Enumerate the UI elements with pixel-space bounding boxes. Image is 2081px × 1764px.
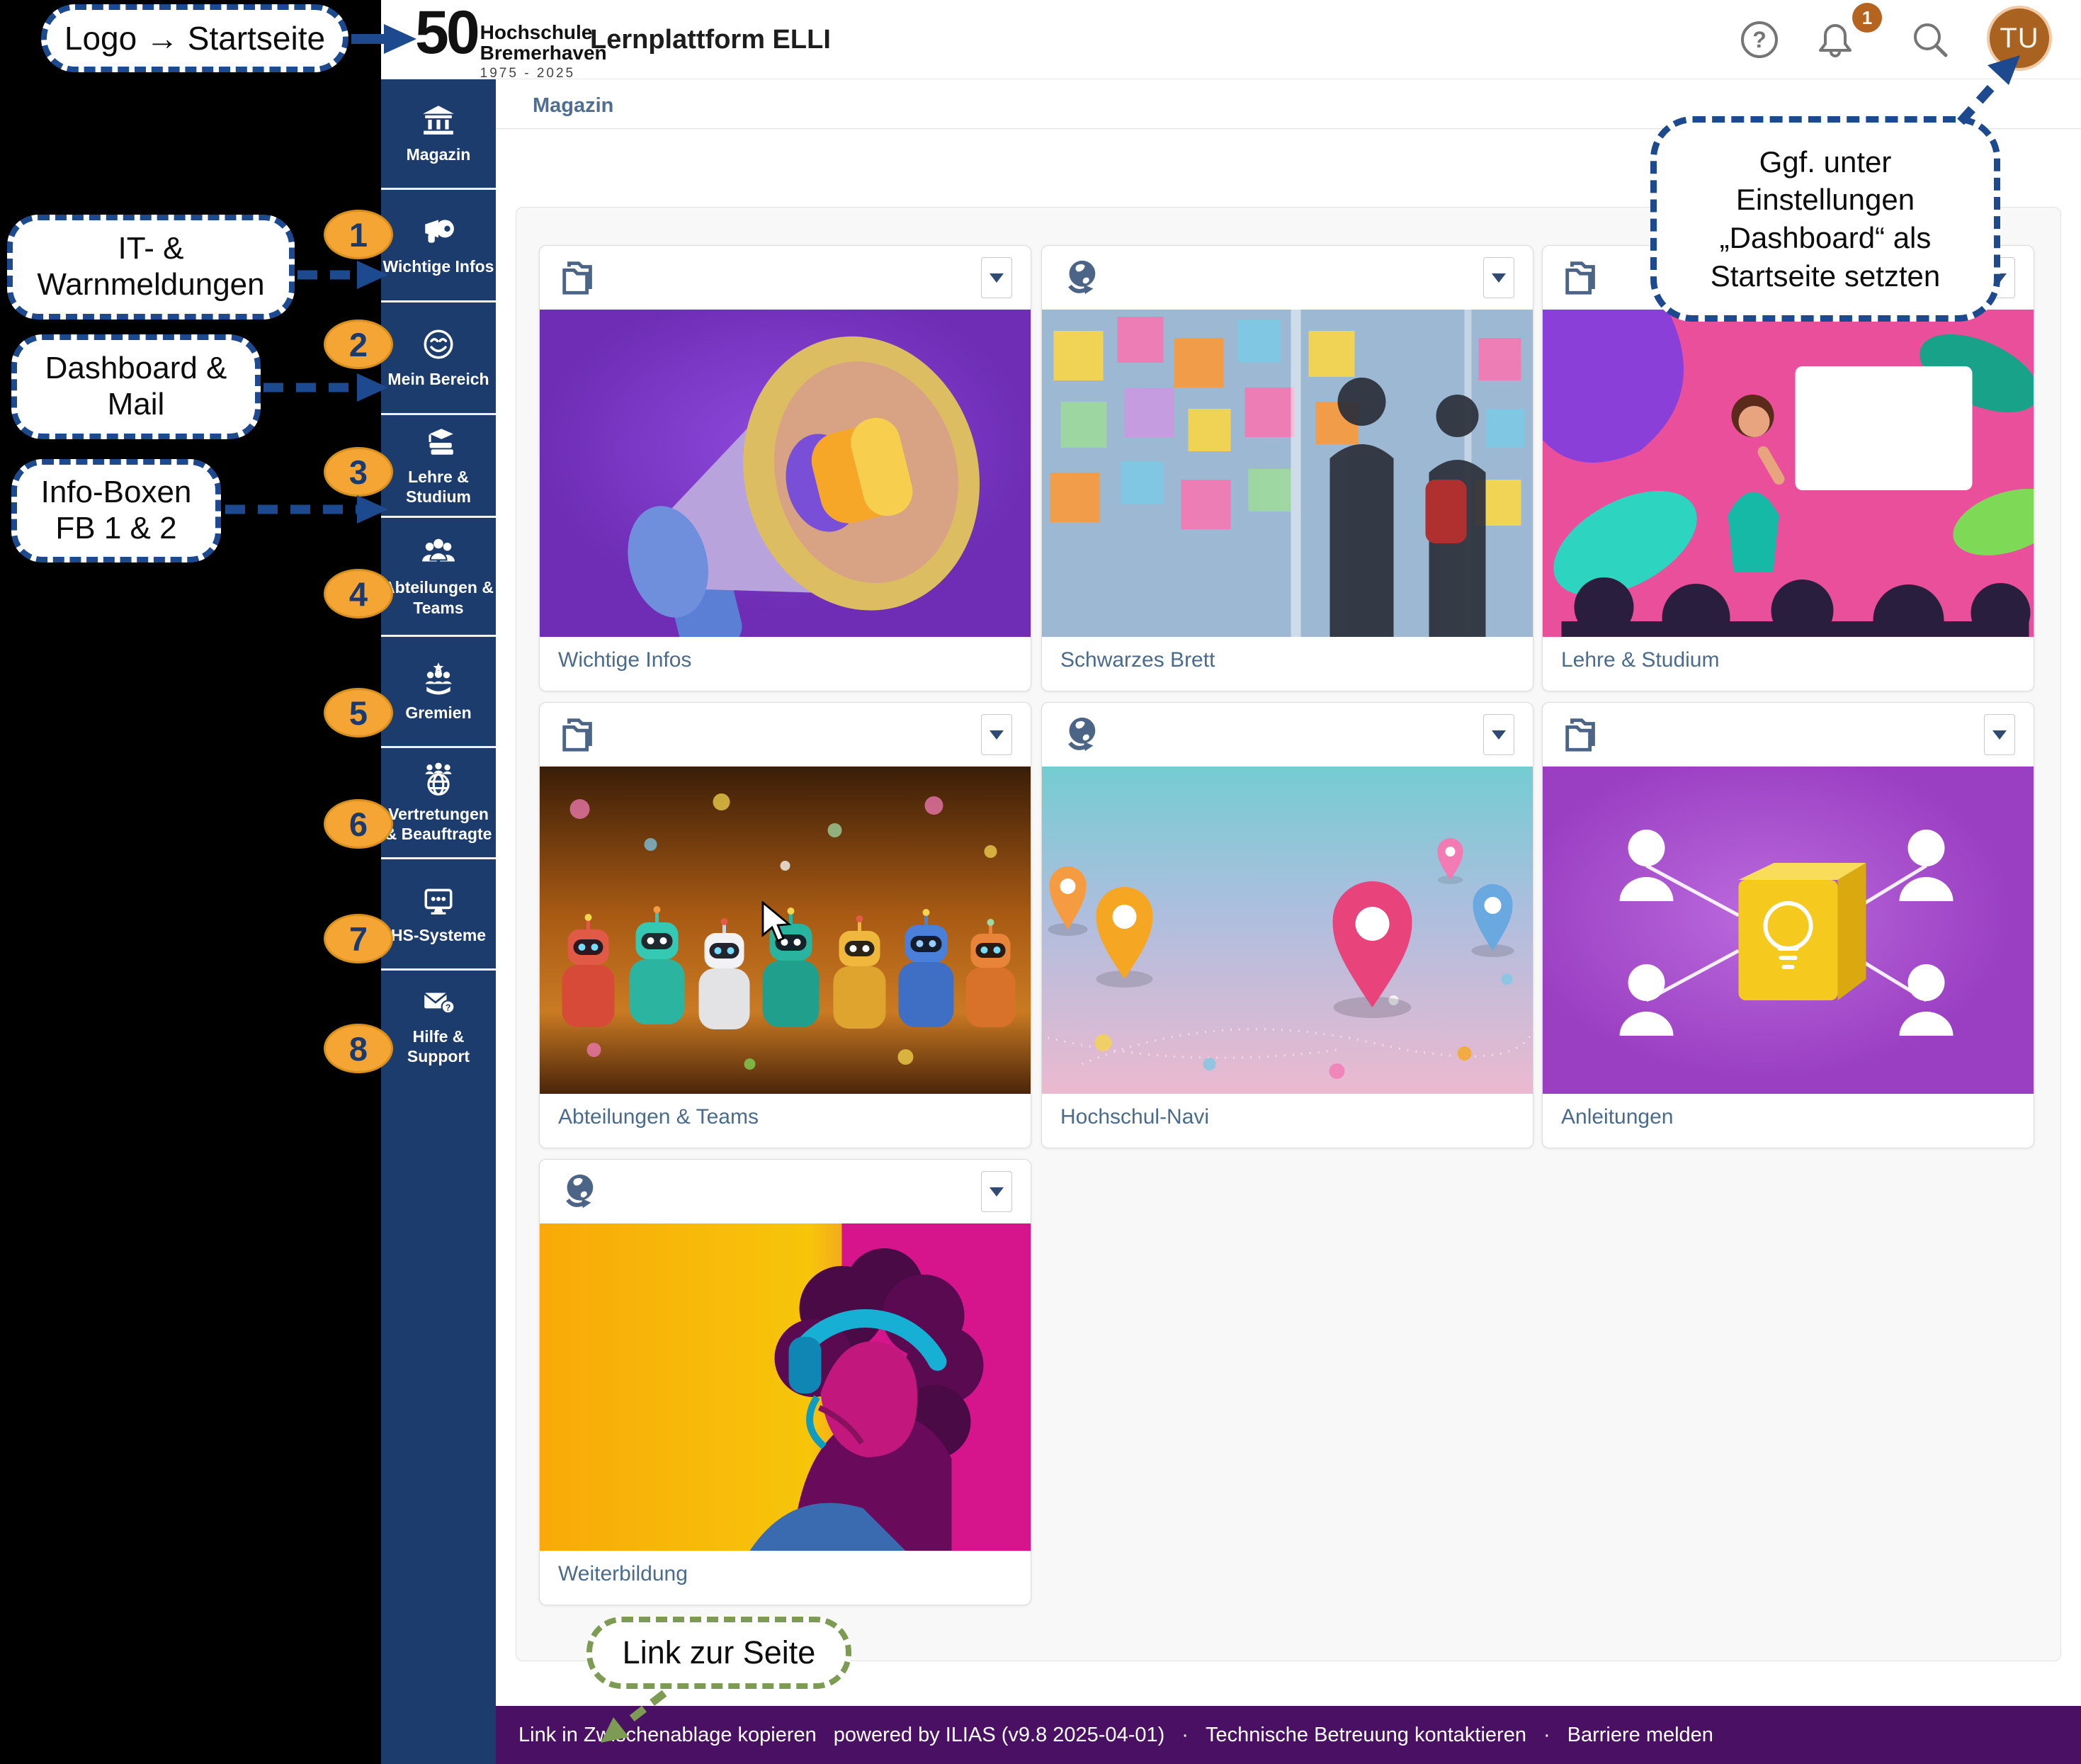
card-title[interactable]: Anleitungen — [1543, 1094, 2034, 1148]
card-title[interactable]: Schwarzes Brett — [1042, 637, 1533, 691]
sidebar-item-lehre-studium[interactable]: Lehre & Studium — [381, 413, 496, 516]
card-title[interactable]: Lehre & Studium — [1543, 637, 2034, 691]
people-group-icon — [421, 535, 456, 570]
card-title[interactable]: Weiterbildung — [540, 1551, 1031, 1605]
annotation-number-2: 2 — [324, 320, 393, 369]
footer-separator: · — [1181, 1724, 1189, 1747]
university-logo[interactable]: 50 Hochschule Bremerhaven 1975 - 2025 — [415, 4, 607, 81]
svg-text:?: ? — [1752, 27, 1767, 52]
card-anleitungen[interactable]: Anleitungen — [1542, 702, 2034, 1148]
card-title[interactable]: Abteilungen & Teams — [540, 1094, 1031, 1148]
sidebar-item-hilfe-support[interactable]: ? Hilfe & Support — [381, 968, 496, 1080]
card-image-presentation — [1543, 310, 2034, 637]
card-image-sticky-notes — [1042, 310, 1533, 637]
card-actions-dropdown[interactable] — [981, 1171, 1012, 1212]
annotation-number-6: 6 — [324, 799, 393, 849]
chevron-down-icon — [990, 273, 1004, 283]
committee-icon — [421, 660, 456, 696]
logo-line2: Bremerhaven — [480, 43, 607, 64]
card-title[interactable]: Hochschul-Navi — [1042, 1094, 1533, 1148]
annotation-number-8: 8 — [324, 1024, 393, 1073]
folder-icon — [558, 714, 599, 755]
sidebar-item-wichtige-infos[interactable]: Wichtige Infos — [381, 188, 496, 300]
card-actions-dropdown[interactable] — [1483, 714, 1514, 755]
annotation-number-1: 1 — [324, 210, 393, 259]
weblink-icon — [558, 1171, 599, 1212]
annotation-box-warnmeldungen: IT- & Warnmeldungen — [7, 215, 295, 320]
logo-line1: Hochschule — [480, 23, 607, 43]
sidebar-item-magazin[interactable]: Magazin — [381, 79, 496, 188]
notification-count-badge: 1 — [1852, 3, 1882, 33]
card-weiterbildung[interactable]: Weiterbildung — [539, 1159, 1031, 1605]
sidebar-item-abteilungen-teams[interactable]: Abteilungen & Teams — [381, 516, 496, 635]
powered-by-text: powered by ILIAS (v9.8 2025-04-01) — [834, 1724, 1165, 1747]
card-image-robots — [540, 767, 1031, 1094]
annotation-logo-note: Logo → Startseite — [41, 4, 348, 72]
card-hochschul-navi[interactable]: Hochschul-Navi — [1041, 702, 1533, 1148]
copy-link-footer-link[interactable]: Link in Zwischenablage kopieren — [518, 1724, 817, 1747]
mail-help-icon: ? — [421, 984, 456, 1019]
breadcrumb-magazin[interactable]: Magazin — [533, 94, 613, 118]
chevron-down-icon — [1492, 730, 1506, 740]
repository-panel: Wichtige Infos — [516, 207, 2061, 1661]
annotation-box-infoboxen: Info-Boxen FB 1 & 2 — [11, 459, 221, 562]
sidebar-item-mein-bereich[interactable]: Mein Bereich — [381, 300, 496, 413]
sidebar-item-vertretungen-beauftragte[interactable]: Vertretungen & Beauftragte — [381, 746, 496, 857]
help-icon[interactable]: ? — [1738, 18, 1781, 61]
support-footer-link[interactable]: Technische Betreuung kontaktieren — [1206, 1724, 1526, 1747]
main-content: Magazin — [496, 79, 2081, 1706]
card-image-map-pins — [1042, 767, 1533, 1094]
globe-people-icon — [421, 762, 456, 797]
page-title: Lernplattform ELLI — [590, 0, 831, 79]
card-wichtige-infos[interactable]: Wichtige Infos — [539, 245, 1031, 691]
folder-icon — [1561, 714, 1602, 755]
smiley-icon — [421, 327, 456, 362]
sidebar-item-hs-systeme[interactable]: HS-Systeme — [381, 857, 496, 968]
annotation-number-5: 5 — [324, 688, 393, 737]
annotation-number-4: 4 — [324, 569, 393, 618]
card-actions-dropdown[interactable] — [981, 714, 1012, 755]
footer-bar: Link in Zwischenablage kopieren powered … — [496, 1706, 2081, 1764]
chevron-down-icon — [990, 730, 1004, 740]
folder-icon — [558, 257, 599, 298]
weblink-icon — [1060, 714, 1101, 755]
logo-50: 50 — [415, 4, 477, 62]
svg-text:?: ? — [446, 1002, 451, 1012]
sidebar-nav: Magazin Wichtige Infos Mein Bereich Lehr… — [381, 79, 496, 1764]
card-schwarzes-brett[interactable]: Schwarzes Brett — [1041, 245, 1533, 691]
annotation-link-note: Link zur Seite — [586, 1617, 851, 1689]
annotation-box-dashboard-mail: Dashboard & Mail — [11, 334, 261, 439]
annotation-dashboard-note: Ggf. unter Einstellungen „Dashboard“ als… — [1650, 116, 2000, 322]
user-avatar[interactable]: TU — [1987, 6, 2052, 71]
weblink-icon — [1060, 257, 1101, 298]
annotation-number-7: 7 — [324, 914, 393, 963]
footer-separator: · — [1543, 1724, 1550, 1747]
sidebar-item-gremien[interactable]: Gremien — [381, 635, 496, 746]
notification-bell-icon[interactable] — [1814, 18, 1856, 61]
card-actions-dropdown[interactable] — [1984, 714, 2015, 755]
chevron-down-icon — [990, 1187, 1004, 1197]
annotation-number-3: 3 — [324, 447, 393, 497]
screenshot-stage: 50 Hochschule Bremerhaven 1975 - 2025 Le… — [0, 0, 2081, 1764]
top-bar: 50 Hochschule Bremerhaven 1975 - 2025 Le… — [381, 0, 2081, 79]
megaphone-icon — [421, 214, 456, 249]
card-title[interactable]: Wichtige Infos — [540, 637, 1031, 691]
folder-icon — [1561, 257, 1602, 298]
chevron-down-icon — [1992, 730, 2007, 740]
card-image-idea-network — [1543, 767, 2034, 1094]
chevron-down-icon — [1492, 273, 1506, 283]
report-barrier-footer-link[interactable]: Barriere melden — [1567, 1724, 1713, 1747]
card-actions-dropdown[interactable] — [981, 257, 1012, 298]
card-actions-dropdown[interactable] — [1483, 257, 1514, 298]
card-image-megaphone — [540, 310, 1031, 637]
monitor-icon — [421, 883, 456, 918]
bank-icon — [421, 102, 456, 137]
books-cap-icon — [421, 424, 456, 460]
search-icon[interactable] — [1909, 18, 1951, 61]
card-image-headphones-learner — [540, 1223, 1031, 1551]
card-abteilungen-teams[interactable]: Abteilungen & Teams — [539, 702, 1031, 1148]
